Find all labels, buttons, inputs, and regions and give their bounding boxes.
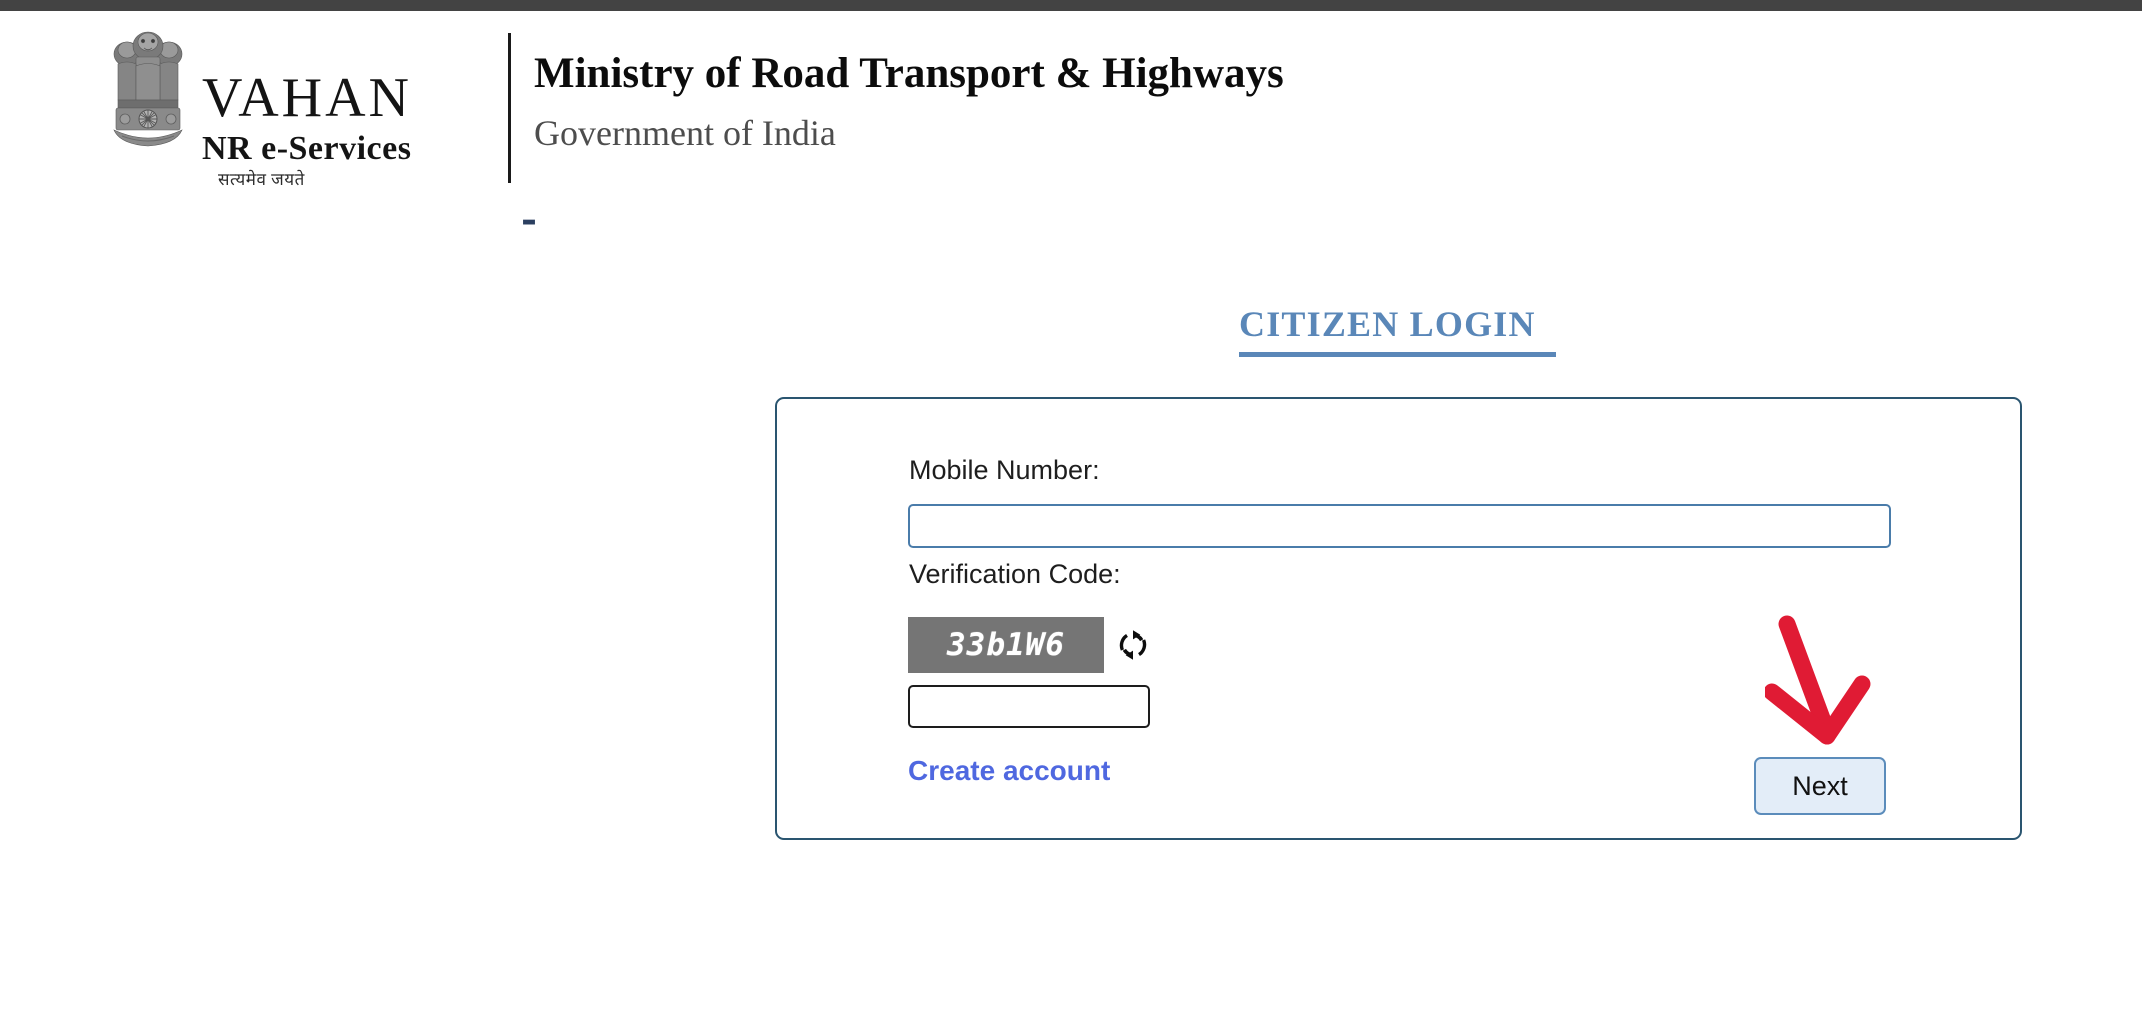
nav-item-know-your-vehicle-details[interactable]: Know Your Vehicle Details bbox=[514, 207, 869, 239]
page-title: CITIZEN LOGIN bbox=[1239, 304, 1536, 344]
mobile-number-label: Mobile Number: bbox=[909, 455, 1100, 485]
brand-name: VAHAN bbox=[202, 66, 412, 129]
next-button[interactable]: Next bbox=[1754, 757, 1886, 815]
nav-item-parivahan[interactable]: Parivahan bbox=[297, 208, 460, 239]
verification-code-input[interactable] bbox=[908, 685, 1150, 728]
verification-code-label: Verification Code: bbox=[909, 559, 1121, 589]
car-icon bbox=[514, 208, 544, 238]
create-account-link[interactable]: Create account bbox=[908, 755, 1110, 787]
page-title-underline bbox=[1239, 352, 1556, 357]
ministry-block: Ministry of Road Transport & Highways Go… bbox=[534, 49, 1284, 156]
nav-item-contact-us-label: Contact us bbox=[963, 207, 1093, 238]
header-divider bbox=[508, 33, 511, 183]
refresh-icon[interactable] bbox=[1116, 628, 1150, 662]
ashoka-lion-capital-emblem-icon bbox=[110, 24, 186, 174]
brand-subtitle: NR e-Services bbox=[202, 129, 412, 167]
home-icon bbox=[130, 208, 160, 238]
nav-item-know-your-vehicle-details-label: Know Your Vehicle Details bbox=[554, 207, 869, 238]
captcha-image: 33b1W6 bbox=[908, 617, 1104, 673]
brand-wordmark: VAHAN NR e-Services bbox=[202, 66, 412, 174]
mobile-number-input[interactable] bbox=[908, 504, 1891, 548]
nav-item-contact-us[interactable]: Contact us bbox=[922, 208, 1092, 239]
nav-item-parivahan-label: Parivahan bbox=[338, 207, 460, 238]
road-icon bbox=[297, 208, 327, 238]
captcha-text: 33b1W6 bbox=[947, 627, 1065, 663]
map-marker-icon bbox=[922, 208, 952, 238]
ministry-title: Ministry of Road Transport & Highways bbox=[534, 50, 1284, 97]
main-navigation: Home Parivahan Know Your Vehicle Details… bbox=[0, 187, 2142, 259]
site-header: सत्यमेव जयते VAHAN NR e-Services Ministr… bbox=[0, 11, 2142, 189]
nav-item-list: Home Parivahan Know Your Vehicle Details… bbox=[130, 208, 1146, 239]
nav-item-home[interactable]: Home bbox=[130, 208, 243, 239]
nav-item-home-label: Home bbox=[171, 207, 244, 238]
top-accent-bar bbox=[0, 0, 2142, 11]
ministry-subtitle: Government of India bbox=[534, 113, 836, 154]
brand-logo: सत्यमेव जयते VAHAN NR e-Services bbox=[110, 24, 412, 189]
